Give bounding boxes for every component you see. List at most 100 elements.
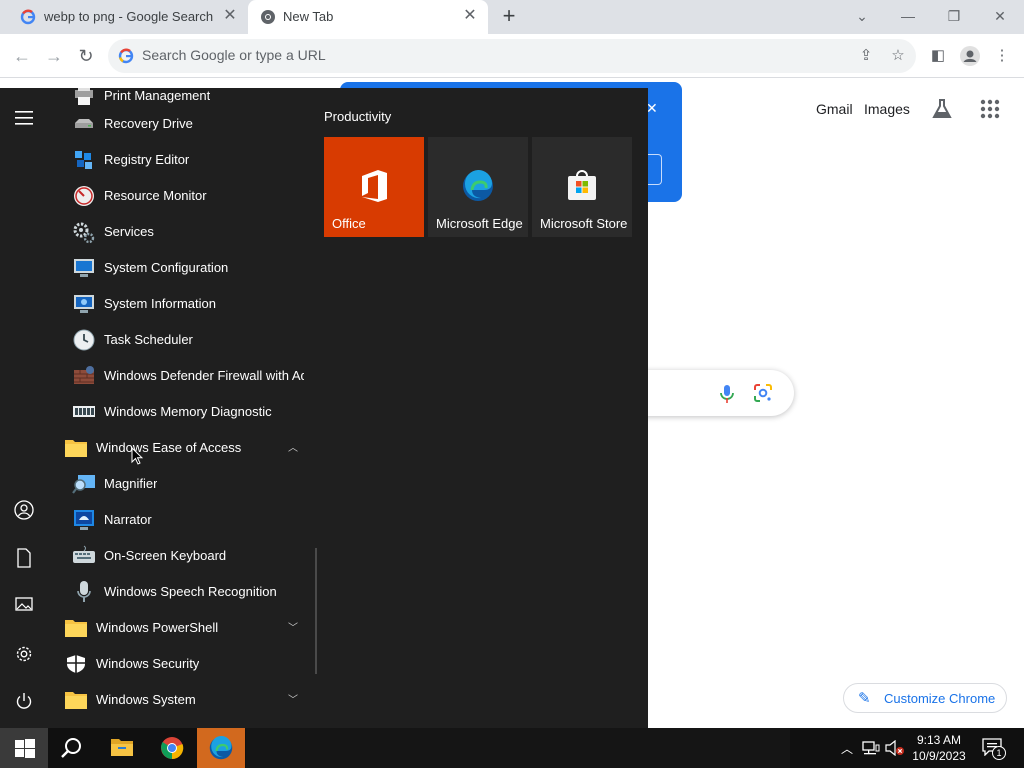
app-label: Windows Memory Diagnostic xyxy=(104,404,272,419)
close-window-button[interactable]: ✕ xyxy=(980,3,1020,29)
customize-chrome-button[interactable]: ✎ Customize Chrome xyxy=(843,683,1007,713)
voice-search-icon[interactable] xyxy=(718,384,736,404)
user-account-icon[interactable] xyxy=(12,500,36,524)
chevron-down-icon[interactable]: ﹀ xyxy=(286,691,300,706)
app-label: Recovery Drive xyxy=(104,116,193,131)
app-system-information[interactable]: System Information xyxy=(48,286,310,322)
app-label: On-Screen Keyboard xyxy=(104,548,227,563)
start-menu: Print Management Recovery Drive Registry… xyxy=(0,88,648,728)
tab-new-tab[interactable]: New Tab ✕ xyxy=(248,0,488,34)
back-button[interactable]: ← xyxy=(8,42,36,70)
restore-button[interactable]: ❐ xyxy=(934,3,974,29)
app-list-scrollbar[interactable] xyxy=(315,548,317,674)
start-left-rail xyxy=(0,88,48,728)
monitor-info-icon xyxy=(74,295,94,313)
search-button[interactable] xyxy=(48,728,96,768)
app-windows-security[interactable]: Windows Security xyxy=(48,646,310,682)
app-windows-memory-diagnostic[interactable]: Windows Memory Diagnostic xyxy=(48,394,310,430)
clock-date: 10/9/2023 xyxy=(912,749,966,763)
profile-avatar[interactable] xyxy=(958,44,982,68)
app-label: Registry Editor xyxy=(104,152,190,167)
folder-icon xyxy=(65,440,87,457)
file-explorer-icon xyxy=(111,739,133,756)
file-explorer-button[interactable] xyxy=(98,728,146,768)
pictures-icon[interactable] xyxy=(12,596,36,620)
chrome-icon xyxy=(161,737,184,760)
edge-button[interactable] xyxy=(197,728,245,768)
reload-button[interactable]: ↻ xyxy=(72,42,100,70)
forward-button[interactable]: → xyxy=(40,42,68,70)
app-label: Magnifier xyxy=(104,476,158,491)
screen: webp to png - Google Search ✕ New Tab ✕ … xyxy=(0,0,1024,768)
app-label: Resource Monitor xyxy=(104,188,207,203)
tab-google-search[interactable]: webp to png - Google Search ✕ xyxy=(0,0,248,34)
app-magnifier[interactable]: Magnifier xyxy=(48,466,310,502)
edge-icon xyxy=(463,170,493,201)
app-label: Windows Security xyxy=(96,656,200,671)
shield-icon xyxy=(67,655,85,673)
gmail-link[interactable]: Gmail xyxy=(816,101,853,117)
menu-kebab-icon[interactable]: ⋮ xyxy=(990,44,1014,68)
app-on-screen-keyboard[interactable]: On-Screen Keyboard xyxy=(48,538,310,574)
google-icon xyxy=(20,9,36,25)
chevron-down-icon[interactable]: ﹀ xyxy=(286,619,300,634)
address-bar[interactable]: Search Google or type a URL xyxy=(108,39,916,73)
app-windows-defender-firewall[interactable]: Windows Defender Firewall with Ad... xyxy=(48,358,310,394)
app-resource-monitor[interactable]: Resource Monitor xyxy=(48,178,310,214)
show-hidden-icons-chevron-icon[interactable]: ︿ xyxy=(838,728,856,768)
tile-microsoft-edge[interactable]: Microsoft Edge xyxy=(428,137,528,237)
app-label: Narrator xyxy=(104,512,152,527)
app-registry-editor[interactable]: Registry Editor xyxy=(48,142,310,178)
app-services[interactable]: Services xyxy=(48,214,310,250)
taskbar: ︿ 9:13 AM 10/9/2023 1 xyxy=(0,728,1024,768)
chevron-up-icon[interactable]: ︿ xyxy=(286,439,300,454)
close-tab-icon[interactable]: ✕ xyxy=(222,7,238,25)
lens-search-icon[interactable] xyxy=(753,383,773,403)
tile-office[interactable]: Office xyxy=(324,137,424,237)
clock-icon xyxy=(73,329,95,351)
notification-center-icon[interactable]: 1 xyxy=(980,728,1008,768)
tile-label: Office xyxy=(332,216,366,231)
tile-microsoft-store[interactable]: Microsoft Store xyxy=(532,137,632,237)
close-tab-icon[interactable]: ✕ xyxy=(462,7,478,25)
folder-label: Windows PowerShell xyxy=(96,620,219,635)
app-label: Windows Speech Recognition xyxy=(104,584,277,599)
side-panel-icon[interactable]: ◧ xyxy=(926,44,950,68)
tile-label: Microsoft Edge xyxy=(436,216,523,231)
system-clock[interactable]: 9:13 AM 10/9/2023 xyxy=(905,732,973,764)
volume-muted-icon[interactable] xyxy=(884,728,906,768)
app-narrator[interactable]: Narrator xyxy=(48,502,310,538)
clock-time: 9:13 AM xyxy=(916,733,962,747)
tab-search-icon[interactable]: ⌄ xyxy=(842,3,882,29)
settings-gear-icon[interactable] xyxy=(12,644,36,668)
narrator-icon xyxy=(74,510,94,530)
folder-windows-ease-of-access[interactable]: Windows Ease of Access ︿ xyxy=(48,430,310,466)
app-task-scheduler[interactable]: Task Scheduler xyxy=(48,322,310,358)
app-windows-speech-recognition[interactable]: Windows Speech Recognition xyxy=(48,574,310,610)
app-label: System Information xyxy=(104,296,216,311)
chrome-button[interactable] xyxy=(148,728,196,768)
tab-strip: webp to png - Google Search ✕ New Tab ✕ … xyxy=(0,0,1024,34)
documents-icon[interactable] xyxy=(12,548,36,572)
address-placeholder: Search Google or type a URL xyxy=(142,47,326,63)
mouse-cursor-icon xyxy=(131,447,143,465)
app-system-configuration[interactable]: System Configuration xyxy=(48,250,310,286)
app-label: Windows Defender Firewall with Ad... xyxy=(104,368,304,383)
folder-windows-system[interactable]: Windows System ﹀ xyxy=(48,682,310,718)
tile-group-title: Productivity xyxy=(324,109,392,124)
new-tab-button[interactable]: + xyxy=(498,5,520,29)
network-icon[interactable] xyxy=(860,728,882,768)
apps-grid-icon[interactable] xyxy=(980,99,1000,119)
share-icon[interactable]: ⇪ xyxy=(854,44,878,68)
folder-windows-powershell[interactable]: Windows PowerShell ﹀ xyxy=(48,610,310,646)
power-icon[interactable] xyxy=(12,692,36,716)
start-button[interactable] xyxy=(0,728,48,768)
bookmark-star-icon[interactable]: ☆ xyxy=(886,44,910,68)
minimize-button[interactable]: — xyxy=(888,3,928,29)
taskbar-search-region xyxy=(246,728,790,768)
app-recovery-drive[interactable]: Recovery Drive xyxy=(48,106,310,142)
images-link[interactable]: Images xyxy=(864,101,910,117)
folder-icon xyxy=(65,620,87,637)
labs-flask-icon[interactable] xyxy=(930,97,954,121)
hamburger-menu-icon[interactable] xyxy=(12,106,36,130)
